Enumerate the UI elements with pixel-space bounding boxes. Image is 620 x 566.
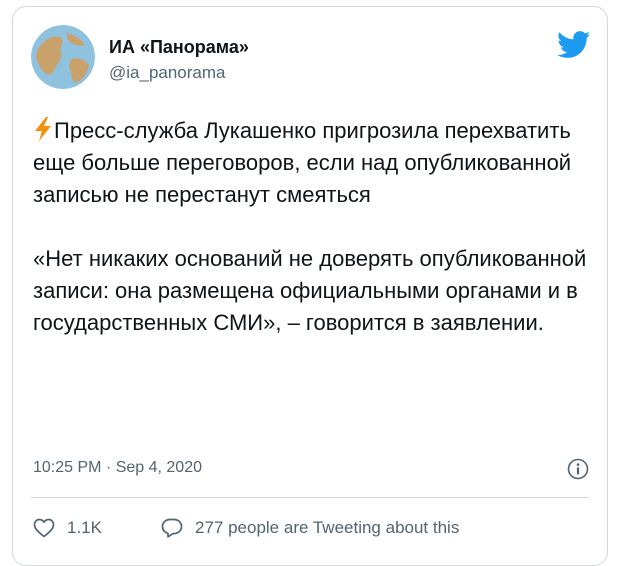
conversation-count: 277 people are Tweeting about this: [195, 518, 460, 537]
heart-icon: [33, 518, 55, 538]
tweet-text: Пресс-служба Лукашенко пригрозила перехв…: [33, 115, 593, 339]
author-handle[interactable]: @ia_panorama: [109, 63, 226, 83]
like-button[interactable]: 1.1K: [33, 518, 102, 538]
divider: [31, 497, 589, 498]
tweet-paragraph-1-text: Пресс-служба Лукашенко пригрозила перехв…: [33, 118, 572, 207]
info-icon[interactable]: [567, 458, 589, 480]
tweet-paragraph-2: «Нет никаких оснований не доверять опубл…: [33, 246, 587, 335]
speech-bubble-icon: [161, 518, 183, 538]
conversation-button[interactable]: 277 people are Tweeting about this: [161, 518, 459, 538]
avatar[interactable]: [31, 25, 95, 89]
tweet-card: ИА «Панорама» @ia_panorama Пресс-служба …: [12, 6, 608, 566]
tweet-timestamp[interactable]: 10:25 PM · Sep 4, 2020: [33, 459, 202, 477]
like-count: 1.1K: [67, 518, 102, 537]
tweet-paragraph-1: Пресс-служба Лукашенко пригрозила перехв…: [33, 115, 593, 211]
lightning-bolt-icon: [35, 117, 51, 141]
twitter-bird-icon[interactable]: [557, 31, 591, 59]
author-name[interactable]: ИА «Панорама»: [109, 37, 249, 58]
